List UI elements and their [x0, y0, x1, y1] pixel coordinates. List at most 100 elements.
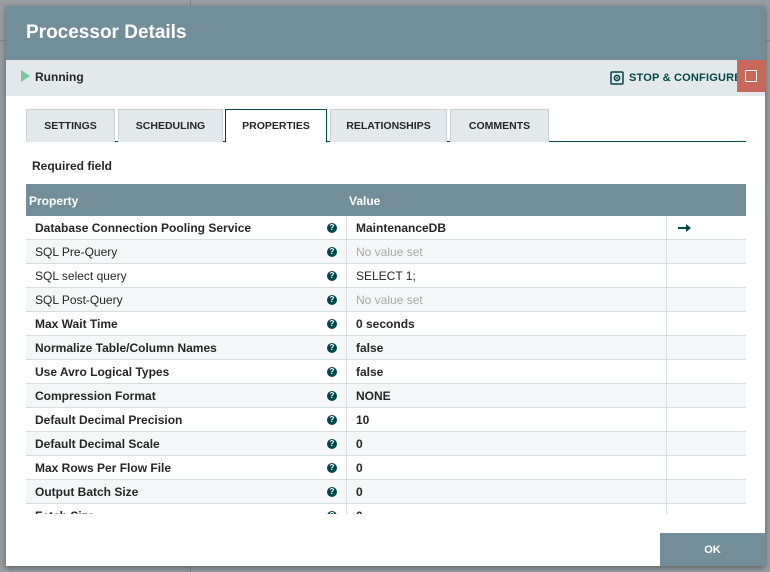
column-divider: [346, 408, 347, 432]
property-value[interactable]: No value set: [356, 294, 423, 307]
dialog-header: Processor Details: [6, 6, 765, 60]
column-divider: [666, 432, 667, 456]
column-divider: [346, 216, 347, 240]
help-icon[interactable]: ?: [327, 487, 337, 497]
column-divider: [666, 216, 667, 240]
column-divider: [666, 480, 667, 504]
stop-configure-label: STOP & CONFIGURE: [629, 72, 742, 84]
help-icon[interactable]: ?: [327, 463, 337, 473]
property-value[interactable]: SELECT 1;: [356, 270, 416, 283]
tab-properties[interactable]: PROPERTIES: [225, 109, 327, 143]
property-name: Max Rows Per Flow File: [35, 461, 172, 475]
property-name: Fetch Size: [35, 510, 94, 515]
tab-settings[interactable]: SETTINGS: [26, 109, 115, 142]
column-header-value[interactable]: Value: [349, 194, 380, 208]
help-icon[interactable]: ?: [327, 223, 337, 233]
help-icon[interactable]: ?: [327, 295, 337, 305]
required-field-label: Required field: [32, 159, 113, 173]
grid-header: Property Value: [26, 184, 746, 216]
note-icon: [745, 70, 757, 82]
column-divider: [666, 312, 667, 336]
property-name: Output Batch Size: [35, 485, 139, 499]
help-icon[interactable]: ?: [327, 511, 337, 514]
column-divider: [346, 456, 347, 480]
help-icon[interactable]: ?: [327, 415, 337, 425]
table-row[interactable]: SQL Post-Query? No value set: [26, 288, 746, 312]
help-icon[interactable]: ?: [327, 247, 337, 257]
column-divider: [346, 432, 347, 456]
column-divider: [666, 288, 667, 312]
property-value[interactable]: 0 seconds: [356, 318, 415, 331]
ok-button[interactable]: OK: [660, 533, 765, 566]
table-row[interactable]: Max Wait Time? 0 seconds: [26, 312, 746, 336]
tab-relationships[interactable]: RELATIONSHIPS: [330, 109, 447, 142]
processor-details-dialog: Processor Details Running STOP & CONFIGU…: [6, 6, 765, 566]
run-state-label: Running: [35, 70, 84, 84]
dialog-footer: OK: [6, 526, 765, 566]
table-row[interactable]: SQL select query? SELECT 1;: [26, 264, 746, 288]
property-value[interactable]: No value set: [356, 246, 423, 259]
property-value[interactable]: 0: [356, 486, 363, 499]
table-row[interactable]: Default Decimal Precision? 10: [26, 408, 746, 432]
help-icon[interactable]: ?: [327, 439, 337, 449]
status-bar: Running STOP & CONFIGURE: [6, 60, 765, 96]
tab-scheduling[interactable]: SCHEDULING: [118, 109, 223, 142]
property-rows: Database Connection Pooling Service? Main…: [26, 216, 746, 514]
table-row[interactable]: Fetch Size? 0: [26, 504, 746, 514]
property-name: Normalize Table/Column Names: [35, 341, 217, 355]
property-name: SQL Post-Query: [35, 293, 123, 307]
column-divider: [346, 336, 347, 360]
column-divider: [666, 384, 667, 408]
table-row[interactable]: SQL Pre-Query? No value set: [26, 240, 746, 264]
tab-comments[interactable]: COMMENTS: [450, 109, 549, 142]
property-name: SQL select query: [35, 269, 127, 283]
table-row[interactable]: Use Avro Logical Types? false: [26, 360, 746, 384]
column-divider: [346, 384, 347, 408]
help-icon[interactable]: ?: [327, 319, 337, 329]
stop-configure-button[interactable]: STOP & CONFIGURE: [610, 70, 742, 86]
help-icon[interactable]: ?: [327, 367, 337, 377]
column-divider: [666, 360, 667, 384]
property-name: SQL Pre-Query: [35, 245, 118, 259]
property-name: Default Decimal Scale: [35, 437, 160, 451]
property-name: Database Connection Pooling Service: [35, 221, 252, 235]
property-value[interactable]: false: [356, 342, 383, 355]
table-row[interactable]: Compression Format? NONE: [26, 384, 746, 408]
column-divider: [346, 288, 347, 312]
table-row[interactable]: Database Connection Pooling Service? Main…: [26, 216, 746, 240]
play-icon: [21, 70, 30, 82]
table-row[interactable]: Normalize Table/Column Names? false: [26, 336, 746, 360]
help-icon[interactable]: ?: [327, 271, 337, 281]
property-value[interactable]: 0: [356, 510, 363, 515]
table-row[interactable]: Default Decimal Scale? 0: [26, 432, 746, 456]
property-value[interactable]: 10: [356, 414, 369, 427]
arrow-right-icon[interactable]: [677, 222, 691, 234]
column-divider: [346, 240, 347, 264]
property-value[interactable]: false: [356, 366, 383, 379]
column-divider: [666, 456, 667, 480]
column-divider: [666, 240, 667, 264]
property-name: Default Decimal Precision: [35, 413, 183, 427]
table-row[interactable]: Max Rows Per Flow File? 0: [26, 456, 746, 480]
gear-icon: [610, 71, 624, 85]
table-row[interactable]: Output Batch Size? 0: [26, 480, 746, 504]
column-divider: [346, 360, 347, 384]
notes-button[interactable]: [737, 60, 765, 92]
column-divider: [666, 408, 667, 432]
column-divider: [666, 504, 667, 514]
property-name: Max Wait Time: [35, 317, 118, 331]
column-divider: [346, 504, 347, 514]
property-name: Use Avro Logical Types: [35, 365, 170, 379]
help-icon[interactable]: ?: [327, 343, 337, 353]
column-divider: [666, 336, 667, 360]
column-divider: [346, 480, 347, 504]
column-header-property[interactable]: Property: [29, 194, 78, 208]
property-value[interactable]: 0: [356, 438, 363, 451]
property-value[interactable]: MaintenanceDB: [356, 222, 446, 235]
help-icon[interactable]: ?: [327, 391, 337, 401]
property-value[interactable]: 0: [356, 462, 363, 475]
column-divider: [346, 264, 347, 288]
property-value[interactable]: NONE: [356, 390, 391, 403]
column-divider: [346, 312, 347, 336]
dialog-title: Processor Details: [26, 22, 187, 43]
